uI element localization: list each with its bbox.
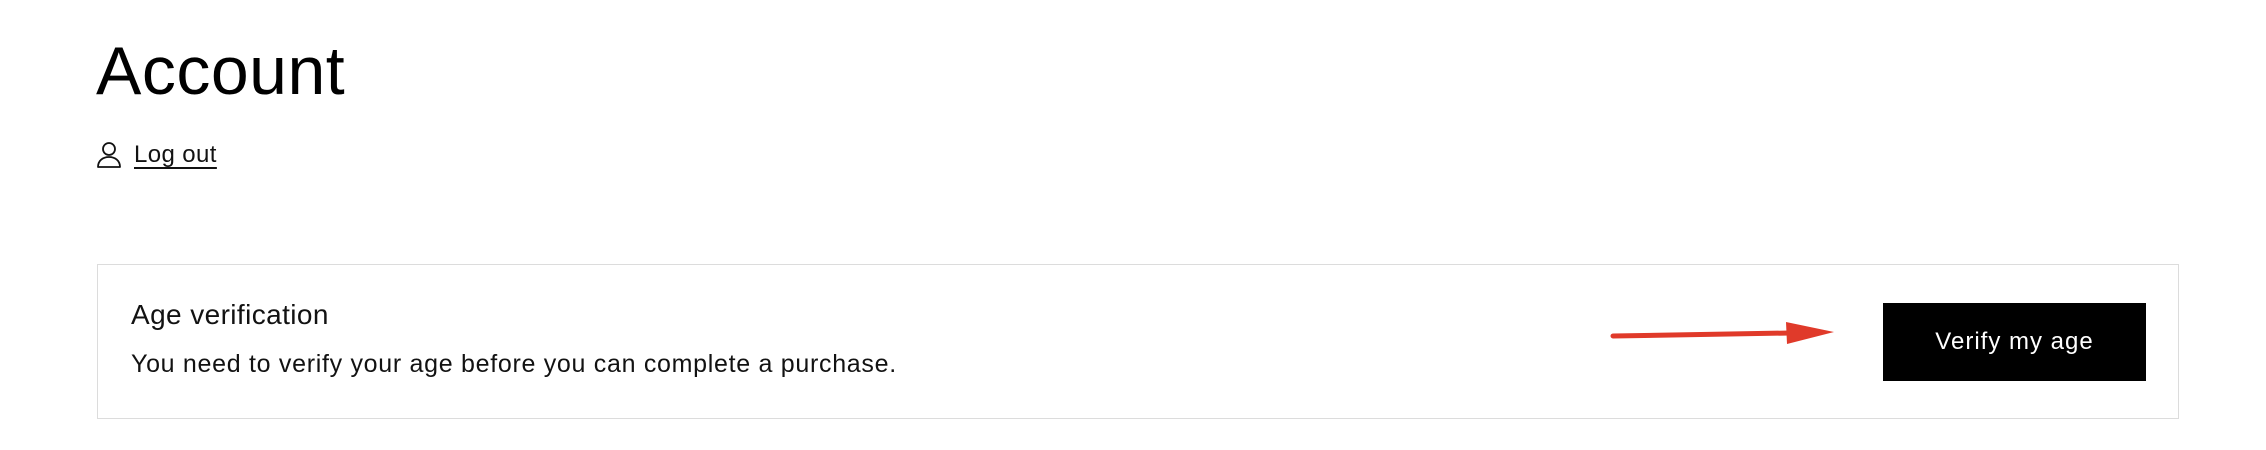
- age-verification-card: Age verification You need to verify your…: [97, 264, 2179, 419]
- logout-row: Log out: [96, 138, 217, 172]
- red-arrow-icon: [1610, 322, 1834, 344]
- account-page: Account Log out Age verification You nee…: [0, 0, 2266, 450]
- verify-age-button[interactable]: Verify my age: [1883, 303, 2146, 381]
- age-verification-title: Age verification: [131, 299, 329, 330]
- user-icon: [96, 141, 122, 169]
- logout-link[interactable]: Log out: [134, 141, 217, 169]
- age-verification-message: You need to verify your age before you c…: [131, 350, 897, 378]
- page-title: Account: [96, 33, 346, 109]
